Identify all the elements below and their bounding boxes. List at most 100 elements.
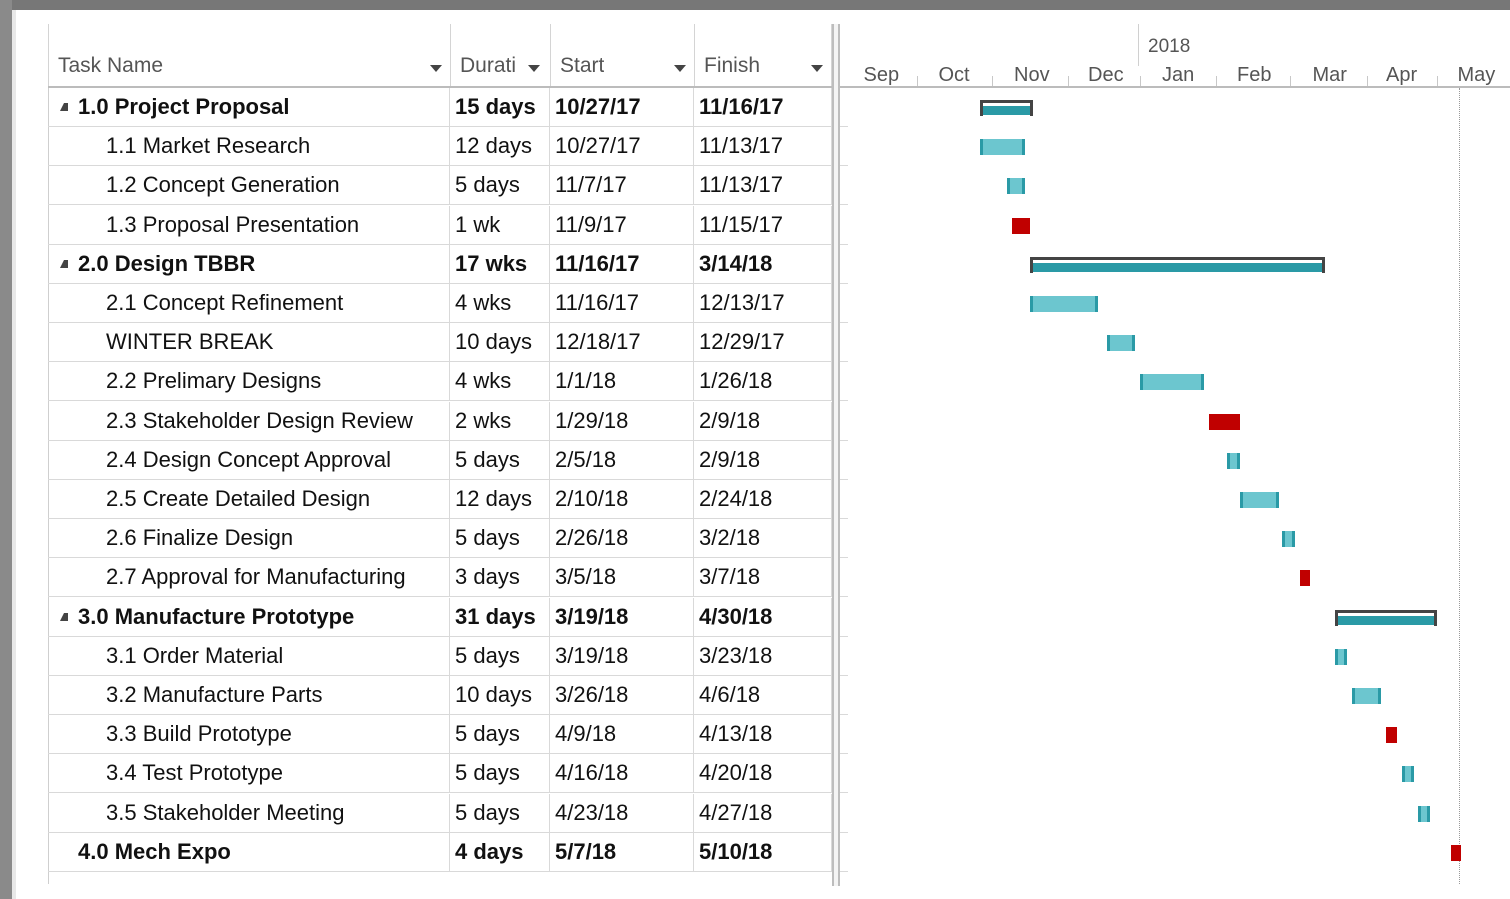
filter-dropdown-icon[interactable] xyxy=(430,65,442,72)
task-name-cell[interactable]: 2.4 Design Concept Approval xyxy=(48,440,450,479)
task-row[interactable]: 3.3 Build Prototype 5 days 4/9/18 4/13/18 xyxy=(48,715,848,755)
duration-cell[interactable]: 4 wks xyxy=(450,284,550,322)
start-date-cell[interactable]: 4/16/18 xyxy=(550,754,694,793)
task-name-cell[interactable]: WINTER BREAK xyxy=(48,323,450,362)
start-date-cell[interactable]: 1/29/18 xyxy=(550,401,694,440)
collapse-triangle-icon[interactable] xyxy=(60,612,68,621)
finish-date-cell[interactable]: 12/13/17 xyxy=(694,284,832,322)
finish-date-cell[interactable]: 11/13/17 xyxy=(694,127,832,166)
task-row[interactable]: 3.1 Order Material 5 days 3/19/18 3/23/18 xyxy=(48,636,848,676)
task-name-cell[interactable]: 2.1 Concept Refinement xyxy=(48,284,450,322)
finish-date-cell[interactable]: 2/9/18 xyxy=(694,440,832,479)
column-header-duration[interactable]: Durati xyxy=(450,24,550,86)
task-name-cell[interactable]: 1.1 Market Research xyxy=(48,127,450,166)
duration-cell[interactable]: 10 days xyxy=(450,676,550,714)
summary-bar[interactable] xyxy=(1334,609,1437,626)
start-date-cell[interactable]: 4/23/18 xyxy=(550,793,694,832)
finish-date-cell[interactable]: 4/27/18 xyxy=(694,793,832,832)
task-bar[interactable] xyxy=(1352,688,1381,704)
task-row[interactable]: WINTER BREAK 10 days 12/18/17 12/29/17 xyxy=(48,323,848,363)
start-date-cell[interactable]: 3/26/18 xyxy=(550,676,694,714)
view-splitter[interactable] xyxy=(832,24,840,886)
task-name-cell[interactable]: 2.2 Prelimary Designs xyxy=(48,362,450,401)
duration-cell[interactable]: 1 wk xyxy=(450,205,550,244)
finish-date-cell[interactable]: 4/6/18 xyxy=(694,676,832,714)
finish-date-cell[interactable]: 11/13/17 xyxy=(694,166,832,205)
task-row[interactable]: 2.4 Design Concept Approval 5 days 2/5/18 2… xyxy=(48,440,848,480)
duration-cell[interactable]: 12 days xyxy=(450,127,550,166)
finish-date-cell[interactable]: 2/24/18 xyxy=(694,480,832,518)
task-name-cell[interactable]: 3.2 Manufacture Parts xyxy=(48,676,450,714)
task-name-cell[interactable]: 2.7 Approval for Manufacturing xyxy=(48,558,450,597)
task-row[interactable]: 2.1 Concept Refinement 4 wks 11/16/17 12/13… xyxy=(48,284,848,323)
task-name-cell[interactable]: 3.1 Order Material xyxy=(48,636,450,675)
start-date-cell[interactable]: 2/10/18 xyxy=(550,480,694,518)
duration-cell[interactable]: 4 days xyxy=(450,832,550,871)
task-row[interactable]: 2.2 Prelimary Designs 4 wks 1/1/18 1/26/18 xyxy=(48,362,848,402)
milestone-critical-bar[interactable] xyxy=(1012,217,1030,234)
summary-task-row[interactable]: 1.0 Project Proposal 15 days 10/27/17 11/16… xyxy=(48,88,848,127)
task-row[interactable]: 2.6 Finalize Design 5 days 2/26/18 3/2/18 xyxy=(48,519,848,559)
task-row[interactable]: 1.3 Proposal Presentation 1 wk 11/9/17 11/1… xyxy=(48,205,848,245)
start-date-cell[interactable]: 5/7/18 xyxy=(550,832,694,871)
finish-date-cell[interactable]: 2/9/18 xyxy=(694,401,832,440)
finish-date-cell[interactable]: 11/16/17 xyxy=(694,88,832,126)
summary-task-row[interactable]: 3.0 Manufacture Prototype 31 days 3/19/18 4… xyxy=(48,597,848,637)
task-row[interactable]: 3.2 Manufacture Parts 10 days 3/26/18 4/6/1… xyxy=(48,676,848,715)
task-bar[interactable] xyxy=(1402,766,1414,783)
finish-date-cell[interactable]: 1/26/18 xyxy=(694,362,832,401)
milestone-critical-bar[interactable] xyxy=(1385,727,1398,744)
duration-cell[interactable]: 15 days xyxy=(450,88,550,126)
task-row[interactable]: 2.5 Create Detailed Design 12 days 2/10/18… xyxy=(48,480,848,519)
task-bar[interactable] xyxy=(1334,648,1348,665)
finish-date-cell[interactable]: 3/7/18 xyxy=(694,558,832,597)
duration-cell[interactable]: 31 days xyxy=(450,597,550,636)
task-bar[interactable] xyxy=(1007,178,1025,195)
start-date-cell[interactable]: 11/7/17 xyxy=(550,166,694,205)
task-name-cell[interactable]: 3.0 Manufacture Prototype xyxy=(48,597,450,636)
task-bar[interactable] xyxy=(1239,492,1280,508)
task-row[interactable]: 3.4 Test Prototype 5 days 4/16/18 4/20/18 xyxy=(48,754,848,794)
task-name-cell[interactable]: 2.3 Stakeholder Design Review xyxy=(48,401,450,440)
task-row[interactable]: 2.3 Stakeholder Design Review 2 wks 1/29/1… xyxy=(48,401,848,441)
start-date-cell[interactable]: 3/19/18 xyxy=(550,636,694,675)
task-name-cell[interactable]: 3.3 Build Prototype xyxy=(48,715,450,754)
milestone-critical-bar[interactable] xyxy=(1299,570,1310,587)
finish-date-cell[interactable]: 4/30/18 xyxy=(694,597,832,636)
task-bar[interactable] xyxy=(979,139,1025,156)
filter-dropdown-icon[interactable] xyxy=(674,65,686,72)
start-date-cell[interactable]: 4/9/18 xyxy=(550,715,694,754)
duration-cell[interactable]: 2 wks xyxy=(450,401,550,440)
task-name-cell[interactable]: 1.2 Concept Generation xyxy=(48,166,450,205)
task-bar[interactable] xyxy=(1030,296,1099,312)
duration-cell[interactable]: 5 days xyxy=(450,715,550,754)
start-date-cell[interactable]: 11/16/17 xyxy=(550,244,694,283)
start-date-cell[interactable]: 2/26/18 xyxy=(550,519,694,558)
finish-date-cell[interactable]: 11/15/17 xyxy=(694,205,832,244)
task-bar[interactable] xyxy=(1140,374,1204,391)
duration-cell[interactable]: 3 days xyxy=(450,558,550,597)
duration-cell[interactable]: 5 days xyxy=(450,754,550,793)
task-row[interactable]: 1.2 Concept Generation 5 days 11/7/17 11/13… xyxy=(48,166,848,206)
duration-cell[interactable]: 5 days xyxy=(450,166,550,205)
finish-date-cell[interactable]: 4/13/18 xyxy=(694,715,832,754)
task-name-cell[interactable]: 2.5 Create Detailed Design xyxy=(48,480,450,518)
task-name-cell[interactable]: 3.5 Stakeholder Meeting xyxy=(48,793,450,832)
task-name-cell[interactable]: 4.0 Mech Expo xyxy=(48,832,450,871)
finish-date-cell[interactable]: 3/14/18 xyxy=(694,244,832,283)
task-row[interactable]: 2.7 Approval for Manufacturing 3 days 3/5/… xyxy=(48,558,848,598)
start-date-cell[interactable]: 2/5/18 xyxy=(550,440,694,479)
task-bar[interactable] xyxy=(1107,335,1136,352)
task-name-cell[interactable]: 1.3 Proposal Presentation xyxy=(48,205,450,244)
collapse-triangle-icon[interactable] xyxy=(60,103,68,111)
task-name-cell[interactable]: 2.6 Finalize Design xyxy=(48,519,450,558)
summary-task-row[interactable]: 2.0 Design TBBR 17 wks 11/16/17 3/14/18 xyxy=(48,244,848,284)
finish-date-cell[interactable]: 5/10/18 xyxy=(694,832,832,871)
filter-dropdown-icon[interactable] xyxy=(528,65,540,72)
duration-cell[interactable]: 12 days xyxy=(450,480,550,518)
column-header-task-name[interactable]: Task Name xyxy=(48,24,450,86)
summary-task-row[interactable]: 4.0 Mech Expo 4 days 5/7/18 5/10/18 xyxy=(48,832,848,872)
task-bar[interactable] xyxy=(1226,452,1240,469)
duration-cell[interactable]: 4 wks xyxy=(450,362,550,401)
finish-date-cell[interactable]: 3/23/18 xyxy=(694,636,832,675)
